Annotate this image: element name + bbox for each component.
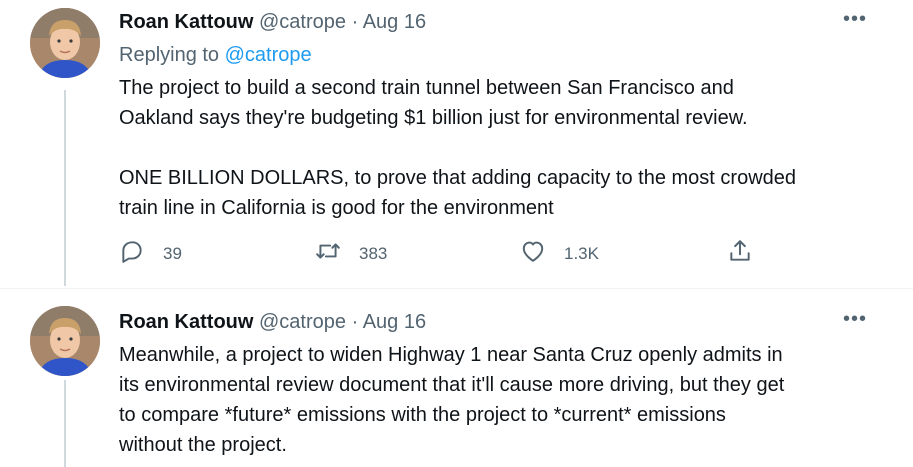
tweet-date[interactable]: Aug 16 (363, 311, 426, 333)
replying-to-label: Replying to (119, 44, 220, 66)
author-handle[interactable]: @catrope (259, 311, 346, 333)
retweet-button[interactable]: 383 (315, 238, 387, 269)
like-button[interactable]: 1.3K (520, 238, 599, 269)
author-name[interactable]: Roan Kattouw (119, 311, 253, 333)
tweet[interactable]: Roan Kattouw @catrope · Aug 16 ••• Reply… (0, 0, 913, 288)
reply-count: 39 (163, 243, 182, 263)
retweet-icon (315, 238, 341, 269)
tweet-divider (0, 288, 913, 289)
meta-separator: · (351, 311, 359, 333)
author-name[interactable]: Roan Kattouw (119, 11, 253, 33)
more-options-button[interactable]: ••• (843, 9, 867, 29)
tweet-text: Meanwhile, a project to widen Highway 1 … (119, 344, 785, 456)
avatar[interactable] (30, 306, 100, 376)
retweet-count: 383 (359, 243, 388, 263)
tweet-text: The project to build a second train tunn… (119, 77, 797, 219)
tweet-actions: 39 383 1.3K (119, 238, 759, 270)
avatar[interactable] (30, 8, 100, 78)
reply-button[interactable]: 39 (119, 238, 182, 269)
share-button[interactable] (727, 238, 753, 269)
replying-to-line: Replying to @catrope (119, 43, 312, 67)
tweet-header: Roan Kattouw @catrope · Aug 16 (119, 310, 426, 334)
replying-to-handle-link[interactable]: @catrope (225, 44, 312, 66)
tweet-date[interactable]: Aug 16 (363, 11, 426, 33)
tweet[interactable]: Roan Kattouw @catrope · Aug 16 ••• Meanw… (0, 290, 913, 467)
meta-separator: · (351, 11, 359, 33)
share-icon (727, 238, 753, 269)
like-count: 1.3K (564, 243, 599, 263)
heart-icon (520, 238, 546, 269)
tweet-header: Roan Kattouw @catrope · Aug 16 (119, 10, 426, 34)
reply-icon (119, 238, 145, 269)
author-handle[interactable]: @catrope (259, 11, 346, 33)
more-options-button[interactable]: ••• (843, 309, 867, 329)
